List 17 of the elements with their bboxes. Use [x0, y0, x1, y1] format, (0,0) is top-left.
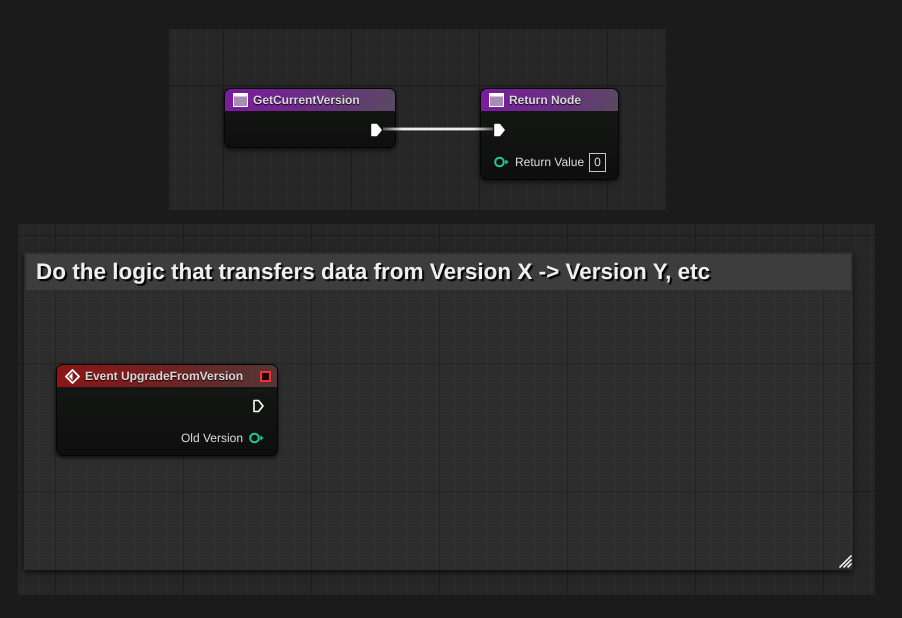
exec-pin-icon[interactable] — [494, 123, 505, 137]
diamond-icon — [65, 368, 80, 384]
node-title: GetCurrentVersion — [253, 93, 360, 107]
resize-handle-icon[interactable] — [839, 555, 852, 568]
function-icon — [233, 93, 248, 107]
data-pin-icon[interactable] — [249, 432, 264, 444]
default-value-field[interactable]: 0 — [589, 152, 606, 172]
node-title: Return Node — [509, 93, 581, 107]
comment-title: Do the logic that transfers data from Version X -> Version Y, etc — [26, 254, 851, 290]
exec-pin-icon[interactable] — [253, 399, 264, 413]
node-title: Event UpgradeFromVersion — [85, 369, 244, 383]
pin-label: Old Version — [180, 431, 243, 445]
square-pin-icon[interactable] — [260, 370, 271, 382]
data-pin-icon[interactable] — [494, 156, 509, 168]
exec-pin-icon[interactable] — [371, 123, 382, 137]
function-icon — [489, 93, 504, 107]
pin-label: Return Value — [515, 155, 584, 169]
